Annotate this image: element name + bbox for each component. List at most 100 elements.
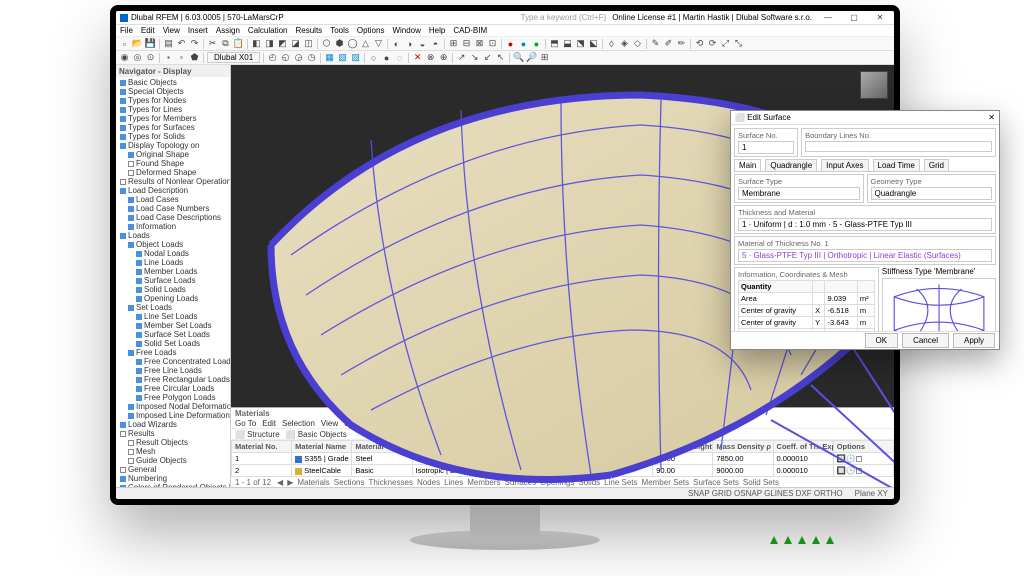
menu-results[interactable]: Results <box>296 26 323 35</box>
checkbox-icon[interactable] <box>120 80 126 86</box>
checkbox-icon[interactable] <box>136 287 142 293</box>
minimize-button[interactable]: — <box>818 12 838 24</box>
tab-quadrangle[interactable]: Quadrangle <box>765 159 817 171</box>
tool-icon[interactable]: ⊙ <box>145 52 156 63</box>
tool-icon[interactable]: ◵ <box>280 52 291 63</box>
checkbox-icon[interactable] <box>136 269 142 275</box>
tool-icon[interactable]: ↖ <box>495 52 506 63</box>
tool-icon[interactable]: ⬞ <box>176 52 187 63</box>
menu-file[interactable]: File <box>120 26 133 35</box>
tool-icon[interactable]: ◶ <box>293 52 304 63</box>
checkbox-icon[interactable] <box>128 224 134 230</box>
checkbox-icon[interactable] <box>120 233 126 239</box>
menu-window[interactable]: Window <box>392 26 420 35</box>
tool-icon[interactable]: ◎ <box>132 52 143 63</box>
save-icon[interactable]: 💾 <box>145 38 156 49</box>
tab-grid[interactable]: Grid <box>924 159 949 171</box>
model-tab[interactable]: Dlubal X01 <box>207 52 260 63</box>
tool-icon[interactable]: ⬢ <box>334 38 345 49</box>
tool-icon[interactable]: ◈ <box>619 38 630 49</box>
checkbox-icon[interactable] <box>136 323 142 329</box>
copy-icon[interactable]: ⧉ <box>220 38 231 49</box>
menu-assign[interactable]: Assign <box>216 26 240 35</box>
checkbox-icon[interactable] <box>128 215 134 221</box>
menu-calculation[interactable]: Calculation <box>248 26 288 35</box>
tool-icon[interactable]: ● <box>531 38 542 49</box>
open-icon[interactable]: 📂 <box>132 38 143 49</box>
checkbox-icon[interactable] <box>120 98 126 104</box>
tab-load-time[interactable]: Load Time <box>873 159 920 171</box>
checkbox-icon[interactable] <box>128 413 134 419</box>
tool-icon[interactable]: ▽ <box>373 38 384 49</box>
tool-icon[interactable]: ⬝ <box>163 52 174 63</box>
menu-cad-bim[interactable]: CAD-BIM <box>453 26 487 35</box>
tool-icon[interactable]: ◷ <box>306 52 317 63</box>
tool-icon[interactable]: ⊗ <box>425 52 436 63</box>
tool-icon[interactable]: ↘ <box>469 52 480 63</box>
tool-icon[interactable]: ▨ <box>350 52 361 63</box>
tool-icon[interactable]: ◓ <box>430 38 441 49</box>
checkbox-icon[interactable] <box>128 161 134 167</box>
tool-icon[interactable]: ⊟ <box>461 38 472 49</box>
tool-icon[interactable]: ⤡ <box>733 38 744 49</box>
apply-button[interactable]: Apply <box>953 333 995 348</box>
checkbox-icon[interactable] <box>128 449 134 455</box>
cancel-button[interactable]: Cancel <box>902 333 949 348</box>
tab-main[interactable]: Main <box>734 159 761 171</box>
menu-tools[interactable]: Tools <box>330 26 349 35</box>
tool-icon[interactable]: ⟲ <box>694 38 705 49</box>
menu-edit[interactable]: Edit <box>141 26 155 35</box>
checkbox-icon[interactable] <box>136 278 142 284</box>
menu-view[interactable]: View <box>163 26 180 35</box>
tool-icon[interactable]: ◑ <box>404 38 415 49</box>
menu-options[interactable]: Options <box>357 26 385 35</box>
boundary-input[interactable] <box>805 141 992 152</box>
tool-icon[interactable]: ◧ <box>251 38 262 49</box>
surface-type-select[interactable]: Membrane <box>738 187 860 200</box>
checkbox-icon[interactable] <box>128 206 134 212</box>
tool-icon[interactable]: ○ <box>368 52 379 63</box>
tool-icon[interactable]: ⬔ <box>575 38 586 49</box>
tab-input-axes[interactable]: Input Axes <box>821 159 868 171</box>
tool-icon[interactable]: ⬟ <box>189 52 200 63</box>
maximize-button[interactable]: ▢ <box>844 12 864 24</box>
tool-icon[interactable]: ▧ <box>337 52 348 63</box>
checkbox-icon[interactable] <box>136 251 142 257</box>
checkbox-icon[interactable] <box>136 368 142 374</box>
checkbox-icon[interactable] <box>136 341 142 347</box>
undo-icon[interactable]: ↶ <box>176 38 187 49</box>
tool-icon[interactable]: ● <box>505 38 516 49</box>
tool-icon[interactable]: ◴ <box>267 52 278 63</box>
checkbox-icon[interactable] <box>120 125 126 131</box>
checkbox-icon[interactable] <box>136 260 142 266</box>
tool-icon[interactable]: ✏ <box>676 38 687 49</box>
checkbox-icon[interactable] <box>136 296 142 302</box>
checkbox-icon[interactable] <box>128 404 134 410</box>
redo-icon[interactable]: ↷ <box>189 38 200 49</box>
checkbox-icon[interactable] <box>120 116 126 122</box>
tool-icon[interactable]: ✕ <box>412 52 423 63</box>
tool-icon[interactable]: ✎ <box>650 38 661 49</box>
tool-icon[interactable]: ● <box>518 38 529 49</box>
ok-button[interactable]: OK <box>865 333 899 348</box>
cut-icon[interactable]: ✂ <box>207 38 218 49</box>
tool-icon[interactable]: ⊠ <box>474 38 485 49</box>
tool-icon[interactable]: ⊞ <box>448 38 459 49</box>
tool-icon[interactable]: ◌ <box>394 52 405 63</box>
checkbox-icon[interactable] <box>120 467 126 473</box>
tool-icon[interactable]: ⬓ <box>562 38 573 49</box>
checkbox-icon[interactable] <box>128 170 134 176</box>
checkbox-icon[interactable] <box>128 152 134 158</box>
checkbox-icon[interactable] <box>136 377 142 383</box>
checkbox-icon[interactable] <box>136 359 142 365</box>
tool-icon[interactable]: ◐ <box>391 38 402 49</box>
checkbox-icon[interactable] <box>120 476 126 482</box>
paste-icon[interactable]: 📋 <box>233 38 244 49</box>
view-plane[interactable]: Plane XY <box>855 489 888 498</box>
tool-icon[interactable]: ◯ <box>347 38 358 49</box>
checkbox-icon[interactable] <box>136 386 142 392</box>
tool-icon[interactable]: ◇ <box>632 38 643 49</box>
checkbox-icon[interactable] <box>120 179 126 185</box>
new-icon[interactable]: ▫ <box>119 38 130 49</box>
snap-toggles[interactable]: SNAP GRID OSNAP GLINES DXF ORTHO <box>688 489 843 498</box>
